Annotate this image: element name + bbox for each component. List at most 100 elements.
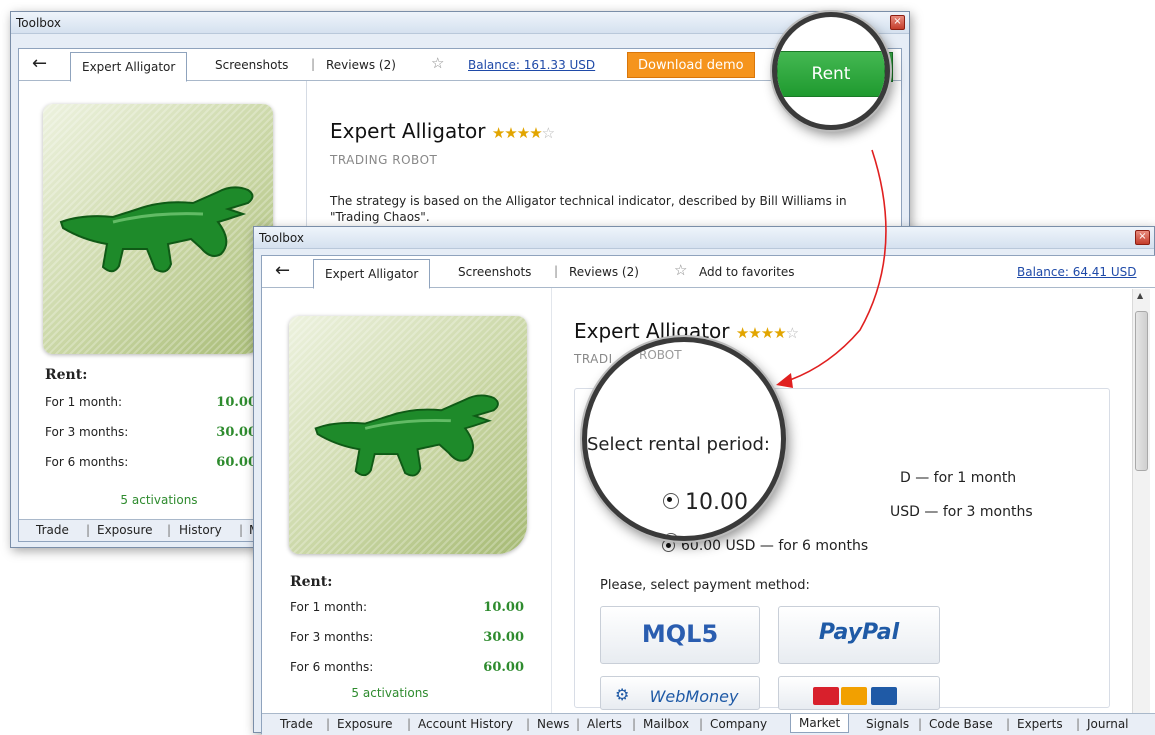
rent-label: For 3 months:	[290, 630, 374, 644]
radio-button[interactable]	[663, 493, 679, 509]
rental-magnifier: ROBOT Select rental period: 10.00	[582, 337, 786, 541]
rental-option-2[interactable]: USD — for 3 months	[890, 504, 1033, 520]
rent-label: For 3 months:	[45, 425, 129, 439]
tab-expert-alligator[interactable]: Expert Alligator	[313, 259, 431, 289]
rent-row: For 3 months: 30.00	[290, 630, 524, 645]
rent-row: For 1 month: 10.00	[290, 600, 524, 615]
product-title: Expert Alligator ★★★★☆	[330, 119, 555, 143]
rental-option-period: — for 1 month	[915, 470, 1017, 486]
rent-price: 60.00	[483, 660, 524, 675]
back-tabbar: ← Expert Alligator Screenshots | Reviews…	[19, 49, 901, 82]
rent-label: For 6 months:	[45, 455, 129, 469]
alligator-icon	[59, 186, 254, 273]
bottom-tab-separator: |	[239, 523, 244, 537]
pay-mql5-label: MQL5	[641, 620, 719, 648]
bottom-tab-separator: |	[86, 523, 91, 537]
magnified-subtitle: ROBOT	[639, 348, 682, 362]
vertical-scrollbar[interactable]: ▲	[1132, 289, 1150, 713]
rent-row: For 3 months: 30.00	[45, 425, 257, 440]
rent-heading: Rent:	[290, 574, 333, 590]
alligator-icon	[314, 394, 499, 477]
pay-mql5-button[interactable]: MQL5	[600, 606, 760, 664]
bottom-tab-experts[interactable]: Experts	[1017, 717, 1063, 731]
bottom-tab-journal[interactable]: Journal	[1087, 717, 1129, 731]
activations-count: 5 activations	[351, 686, 429, 700]
rent-label: For 6 months:	[290, 660, 374, 674]
download-demo-button[interactable]: Download demo	[627, 52, 755, 78]
pay-paypal-button[interactable]: PayPal	[778, 606, 940, 664]
bottom-tab-separator: |	[1076, 717, 1081, 731]
bottom-tab-signals[interactable]: Signals	[866, 717, 909, 731]
rent-row: For 6 months: 60.00	[45, 455, 257, 470]
front-tabbar: ← Expert Alligator Screenshots | Reviews…	[262, 256, 1155, 289]
product-subtitle: TRADI	[574, 352, 613, 366]
front-window-titlebar: Toolbox	[254, 227, 1154, 249]
tab-reviews[interactable]: Reviews (2)	[569, 265, 639, 279]
bottom-tab-exposure[interactable]: Exposure	[337, 717, 393, 731]
favorite-star-icon[interactable]: ☆	[431, 54, 444, 72]
back-close-icon[interactable]: ×	[890, 15, 905, 30]
card-icon	[871, 687, 897, 705]
tab-screenshots[interactable]: Screenshots	[458, 265, 531, 279]
activations-count: 5 activations	[120, 493, 198, 507]
back-arrow-icon[interactable]: ←	[32, 49, 47, 79]
bottom-tab-separator: |	[576, 717, 581, 731]
rental-option-1[interactable]: D — for 1 month	[900, 470, 1016, 486]
bottom-tab-separator: |	[526, 717, 531, 731]
rent-label: For 1 month:	[290, 600, 368, 614]
rent-price: 30.00	[216, 425, 257, 440]
payment-heading: Please, select payment method:	[600, 578, 810, 593]
back-arrow-icon[interactable]: ←	[275, 256, 290, 286]
magnified-rental-option: 10.00	[663, 490, 748, 515]
tab-separator: |	[311, 57, 316, 71]
tab-reviews[interactable]: Reviews (2)	[326, 58, 396, 72]
front-close-icon[interactable]: ×	[1135, 230, 1150, 245]
bottom-tab-exposure[interactable]: Exposure	[97, 523, 153, 537]
bottom-tab-company[interactable]: Company	[710, 717, 767, 731]
product-description: The strategy is based on the Alligator t…	[330, 194, 847, 224]
rental-option-suffix: D	[900, 470, 911, 486]
balance-link[interactable]: Balance: 161.33 USD	[468, 58, 595, 72]
back-window-titlebar: Toolbox	[11, 12, 909, 34]
balance-link[interactable]: Balance: 64.41 USD	[1017, 265, 1137, 279]
magnified-rent-button: Rent	[777, 51, 885, 97]
back-window-title: Toolbox	[16, 16, 61, 30]
bottom-tab-history[interactable]: History	[179, 523, 222, 537]
rental-option-period: — for 6 months	[759, 538, 869, 554]
tab-screenshots[interactable]: Screenshots	[215, 58, 288, 72]
bottom-tab-mailbox[interactable]: Mailbox	[643, 717, 689, 731]
bottom-tab-news[interactable]: News	[537, 717, 569, 731]
bottom-tab-trade[interactable]: Trade	[280, 717, 313, 731]
webmoney-icon: ⚙	[615, 685, 630, 704]
add-to-favorites-link[interactable]: Add to favorites	[699, 265, 795, 279]
magnified-rental-heading: Select rental period:	[587, 434, 770, 455]
rental-option-period: — for 3 months	[924, 504, 1033, 520]
scroll-up-icon[interactable]: ▲	[1137, 291, 1143, 300]
magnified-rent-label: Rent	[811, 64, 851, 84]
magnified-rental-option	[663, 530, 685, 536]
tab-expert-alligator[interactable]: Expert Alligator	[70, 52, 188, 82]
rent-price: 30.00	[483, 630, 524, 645]
rent-row: For 6 months: 60.00	[290, 660, 524, 675]
rent-label: For 1 month:	[45, 395, 123, 409]
bottom-tab-code-base[interactable]: Code Base	[929, 717, 993, 731]
scroll-thumb[interactable]	[1135, 311, 1148, 471]
magnified-rental-price: 10.00	[685, 490, 748, 515]
bottom-tab-separator: |	[1006, 717, 1011, 731]
bottom-tab-account-history[interactable]: Account History	[418, 717, 513, 731]
bottom-tab-trade[interactable]: Trade	[36, 523, 69, 537]
product-subtitle: TRADING ROBOT	[330, 153, 438, 167]
pay-webmoney-button[interactable]: ⚙ WebMoney	[600, 676, 760, 710]
bottom-tab-market[interactable]: Market	[790, 714, 850, 733]
rent-magnifier: Rent	[772, 12, 890, 130]
rent-row: For 1 month: 10.00	[45, 395, 257, 410]
pay-card-button[interactable]	[778, 676, 940, 710]
favorite-star-icon[interactable]: ☆	[674, 261, 687, 279]
front-product-logo	[289, 316, 527, 554]
rent-price: 10.00	[216, 395, 257, 410]
bottom-tab-alerts[interactable]: Alerts	[587, 717, 622, 731]
rent-price: 10.00	[483, 600, 524, 615]
rating-stars-icon: ★★★★☆	[735, 324, 799, 342]
bottom-tab-separator: |	[167, 523, 172, 537]
radio-button[interactable]	[662, 539, 675, 552]
